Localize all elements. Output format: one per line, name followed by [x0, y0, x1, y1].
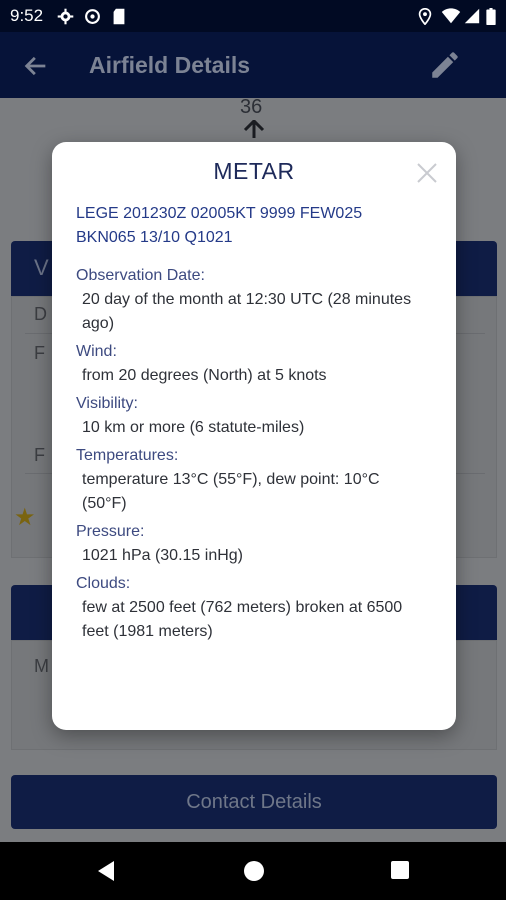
- status-time: 9:52: [10, 6, 44, 25]
- close-icon[interactable]: [416, 162, 438, 184]
- location-icon: [418, 8, 432, 25]
- status-bar: 9:52: [0, 0, 506, 32]
- battery-icon: [486, 8, 496, 25]
- contact-details-button[interactable]: Contact Details: [11, 775, 497, 829]
- background-row-letter: F: [34, 343, 45, 363]
- sd-card-icon: [113, 8, 125, 25]
- background-card-letter: V: [34, 255, 49, 280]
- arrow-left-icon[interactable]: [22, 52, 50, 80]
- background-row-letter: D: [34, 304, 47, 324]
- home-circle-icon[interactable]: [243, 860, 265, 882]
- pressure-value: 1021 hPa (30.15 inHg): [82, 547, 243, 564]
- visibility-label: Visibility:: [76, 395, 138, 412]
- back-triangle-icon[interactable]: [96, 860, 116, 882]
- cell-signal-icon: [464, 8, 480, 24]
- page-title: Airfield Details: [89, 52, 251, 78]
- clouds-value: few at 2500 feet (762 meters) broken at …: [82, 599, 403, 640]
- temperatures-value: temperature 13°C (55°F), dew point: 10°C…: [82, 471, 380, 512]
- background-row-letter: M: [34, 656, 49, 676]
- recents-square-icon[interactable]: [390, 860, 410, 880]
- wind-label: Wind:: [76, 343, 117, 360]
- clouds-label: Clouds:: [76, 575, 131, 592]
- data-saver-icon: [85, 9, 100, 24]
- metar-fields: Observation Date: 20 day of the month at…: [76, 260, 426, 647]
- metar-raw-text: LEGE 201230Z 02005KT 9999 FEW025 BKN065 …: [76, 205, 363, 246]
- pencil-icon[interactable]: [428, 48, 462, 82]
- runway-arrow-icon: [243, 120, 265, 138]
- app-bar: Airfield Details: [0, 32, 506, 98]
- wind-value: from 20 degrees (North) at 5 knots: [82, 367, 327, 384]
- star-icon: ★: [14, 504, 36, 531]
- runway-number: 36: [240, 98, 263, 118]
- wifi-icon: [441, 8, 461, 24]
- system-nav-bar: [0, 842, 506, 900]
- dialog-title: METAR: [213, 158, 295, 184]
- background-row-letter: F: [34, 445, 45, 465]
- temperatures-label: Temperatures:: [76, 447, 179, 464]
- pressure-label: Pressure:: [76, 523, 145, 540]
- observation-date-label: Observation Date:: [76, 267, 205, 284]
- visibility-value: 10 km or more (6 statute-miles): [82, 419, 305, 436]
- gear-icon: [57, 8, 74, 25]
- observation-date-value: 20 day of the month at 12:30 UTC (28 min…: [82, 291, 412, 332]
- metar-dialog: METAR LEGE 201230Z 02005KT 9999 FEW025 B…: [52, 142, 456, 730]
